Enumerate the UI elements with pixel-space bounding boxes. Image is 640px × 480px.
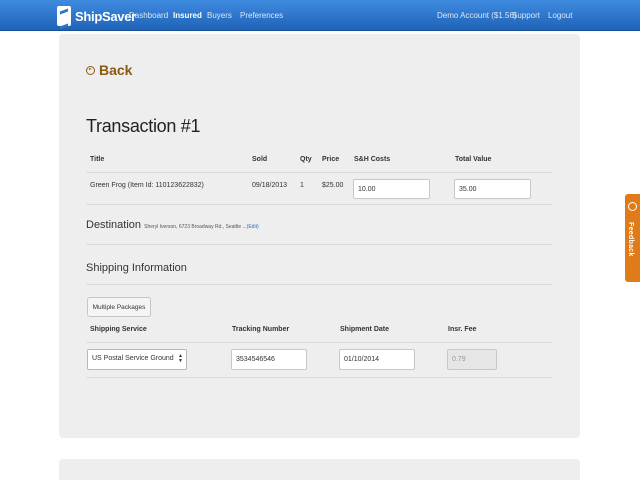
feedback-label: Feedback: [627, 222, 634, 257]
page-title: Transaction #1: [86, 116, 201, 136]
table-divider: [86, 342, 552, 343]
item-qty: 1: [300, 182, 304, 189]
item-sold-date: 09/18/2013: [252, 182, 288, 189]
col-header-tracking-number: Tracking Number: [232, 326, 290, 333]
logo-text: ShipSaver: [75, 8, 136, 24]
secondary-panel: [59, 459, 580, 480]
col-header-qty: Qty: [300, 156, 312, 163]
col-header-price: Price: [322, 156, 340, 163]
shipment-date-input[interactable]: 01/10/2014: [339, 349, 415, 370]
logo[interactable]: ShipSaver: [57, 5, 136, 27]
item-title: Green Frog (Item Id: 110123622832): [90, 182, 204, 189]
tracking-number-input[interactable]: 3534546546: [231, 349, 307, 370]
shipsaver-logo-icon: [57, 6, 71, 26]
col-header-title: Title: [90, 156, 105, 163]
top-navbar: ShipSaver Dashboard Insured Buyers Prefe…: [0, 0, 640, 31]
col-header-insr-fee: Insr. Fee: [448, 326, 477, 333]
table-divider: [86, 172, 552, 173]
col-header-sold: Sold: [252, 156, 268, 163]
shipping-info-heading: Shipping Information: [86, 262, 187, 274]
insurance-fee-input: 0.79: [447, 349, 497, 370]
destination-section: Destination Sheryl Iverson, 6723 Broadwa…: [86, 219, 259, 231]
back-arrow-icon: [86, 65, 95, 75]
shipping-service-value: US Postal Service Ground: [92, 355, 174, 362]
back-label: Back: [99, 62, 133, 78]
table-divider: [86, 377, 552, 378]
item-price: $25.00: [322, 182, 344, 189]
table-divider: [86, 204, 552, 205]
shipping-service-select[interactable]: US Postal Service Ground ▲ ▼: [87, 349, 187, 370]
nav-buyers[interactable]: Buyers: [207, 11, 232, 20]
multiple-packages-button[interactable]: Multiple Packages: [87, 297, 151, 317]
select-arrows-icon: ▲ ▼: [178, 353, 183, 364]
nav-support[interactable]: Support: [512, 11, 540, 20]
section-divider: [86, 284, 552, 285]
destination-heading: Destination: [86, 219, 142, 231]
edit-destination-link[interactable]: (Edit): [247, 224, 259, 230]
sh-costs-input[interactable]: 10.00: [353, 179, 430, 199]
section-divider: [86, 244, 552, 245]
back-link[interactable]: Back: [86, 62, 132, 78]
nav-logout[interactable]: Logout: [548, 11, 572, 20]
nav-preferences[interactable]: Preferences: [240, 11, 283, 20]
nav-account[interactable]: Demo Account ($1.56): [437, 11, 517, 20]
feedback-tab[interactable]: Feedback: [625, 194, 640, 282]
destination-address: Sheryl Iverson, 6723 Broadway Rd., Seatt…: [144, 224, 247, 230]
nav-insured[interactable]: Insured: [173, 11, 202, 20]
col-header-shipping-service: Shipping Service: [90, 326, 147, 333]
col-header-total-value: Total Value: [455, 156, 492, 163]
col-header-sh-costs: S&H Costs: [354, 156, 391, 163]
nav-dashboard[interactable]: Dashboard: [129, 11, 168, 20]
total-value-input[interactable]: 35.00: [454, 179, 531, 199]
col-header-shipment-date: Shipment Date: [340, 326, 390, 333]
feedback-icon: [628, 202, 637, 211]
